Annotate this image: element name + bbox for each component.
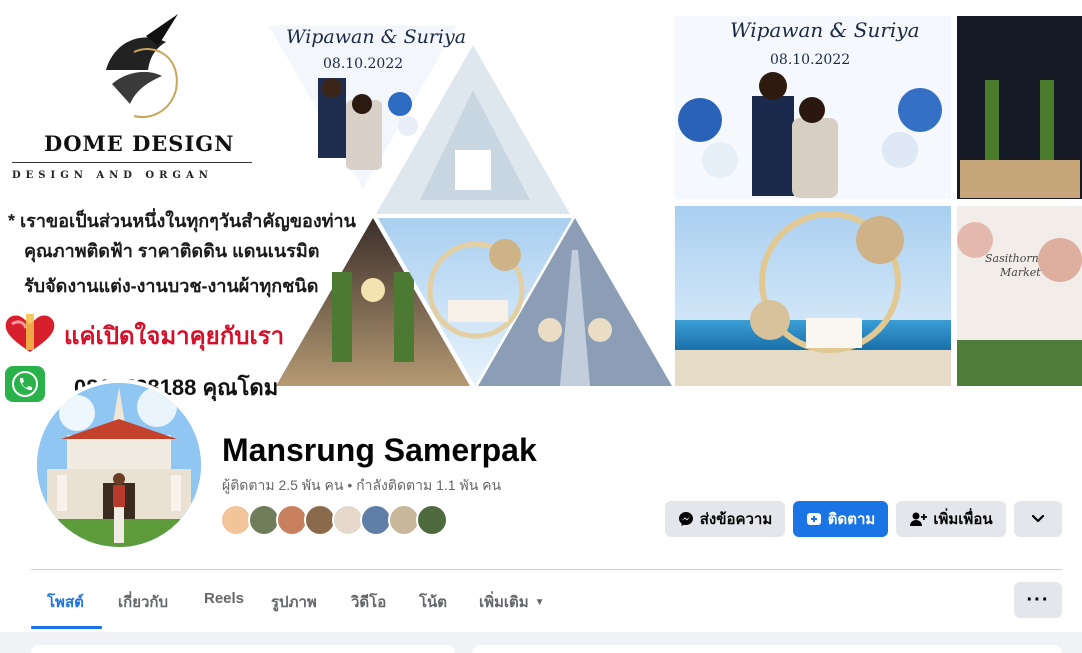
avatar-temple-photo xyxy=(37,383,201,547)
love-line: แค่เปิดใจมาคุยกับเรา xyxy=(64,323,285,350)
message-button-label: ส่งข้อความ xyxy=(699,511,773,528)
brand-tagline: DESIGN AND ORGAN xyxy=(12,170,213,181)
follow-button-label: ติดตาม xyxy=(827,511,876,528)
follower-avatar[interactable] xyxy=(416,504,448,536)
add-friend-icon xyxy=(910,512,928,526)
svg-text:Market: Market xyxy=(999,266,1041,279)
cover-couple-names: Wipawan & Suriya xyxy=(286,26,467,48)
tab-photos[interactable]: รูปภาพ xyxy=(271,590,317,614)
unicorn-logo-icon xyxy=(106,14,178,118)
profile-follow-stats[interactable]: ผู้ติดตาม 2.5 พัน คน • กำลังติดตาม 1.1 พ… xyxy=(222,475,501,497)
tab-posts[interactable]: โพสต์ xyxy=(47,590,84,614)
slogan-line-2: คุณภาพติดฟ้า ราคาติดดิน แดนเนรมิต xyxy=(24,241,320,261)
tab-reels[interactable]: Reels xyxy=(204,590,244,607)
post-composer-card xyxy=(472,645,1062,653)
add-friend-button-label: เพิ่มเพื่อน xyxy=(933,511,993,528)
cover-event-date: 08.10.2022 xyxy=(323,56,404,72)
more-dots-icon: ··· xyxy=(1026,588,1050,611)
cover-event-date-2: 08.10.2022 xyxy=(770,52,851,68)
active-tab-indicator xyxy=(31,626,102,629)
tab-notes[interactable]: โน้ต xyxy=(419,590,447,614)
follow-icon xyxy=(806,513,821,525)
tab-more[interactable]: เพิ่มเติม ▼ xyxy=(479,590,545,614)
tab-overflow-button[interactable]: ··· xyxy=(1014,582,1062,618)
brand-name: DOME DESIGN xyxy=(44,131,235,156)
messenger-icon xyxy=(678,512,693,526)
header-divider xyxy=(31,569,1062,570)
phone-icon xyxy=(5,366,45,402)
more-actions-button[interactable] xyxy=(1014,501,1062,537)
svg-text:Sasithorn: Sasithorn xyxy=(985,252,1039,265)
cover-photo[interactable]: Sasithorn Market Wipawan & Suriya 08.10.… xyxy=(0,0,1082,405)
slogan-line-1: * เราขอเป็นส่วนหนึ่งในทุกๆวันสำคัญของท่า… xyxy=(8,211,356,231)
chevron-down-icon xyxy=(1031,514,1045,523)
cover-couple-names-2: Wipawan & Suriya xyxy=(730,18,920,42)
intro-card xyxy=(31,645,455,653)
tab-videos[interactable]: วิดีโอ xyxy=(351,590,386,614)
heart-gift-icon xyxy=(5,314,55,352)
brand-divider xyxy=(12,162,252,163)
message-button[interactable]: ส่งข้อความ xyxy=(665,501,785,537)
profile-avatar[interactable] xyxy=(33,379,205,551)
add-friend-button[interactable]: เพิ่มเพื่อน xyxy=(896,501,1006,537)
slogan-line-3: รับจัดงานแต่ง-งานบวช-งานผ้าทุกชนิด xyxy=(24,276,319,296)
tab-more-label: เพิ่มเติม xyxy=(479,594,529,611)
follow-button[interactable]: ติดตาม xyxy=(793,501,888,537)
profile-name: Mansrung Samerpak xyxy=(222,432,537,468)
follower-avatars[interactable] xyxy=(220,504,460,538)
tab-about[interactable]: เกี่ยวกับ xyxy=(118,590,168,614)
cover-brand-panel: DOME DESIGN DESIGN AND ORGAN * เราขอเป็น… xyxy=(0,0,356,405)
caret-down-icon: ▼ xyxy=(534,597,545,608)
